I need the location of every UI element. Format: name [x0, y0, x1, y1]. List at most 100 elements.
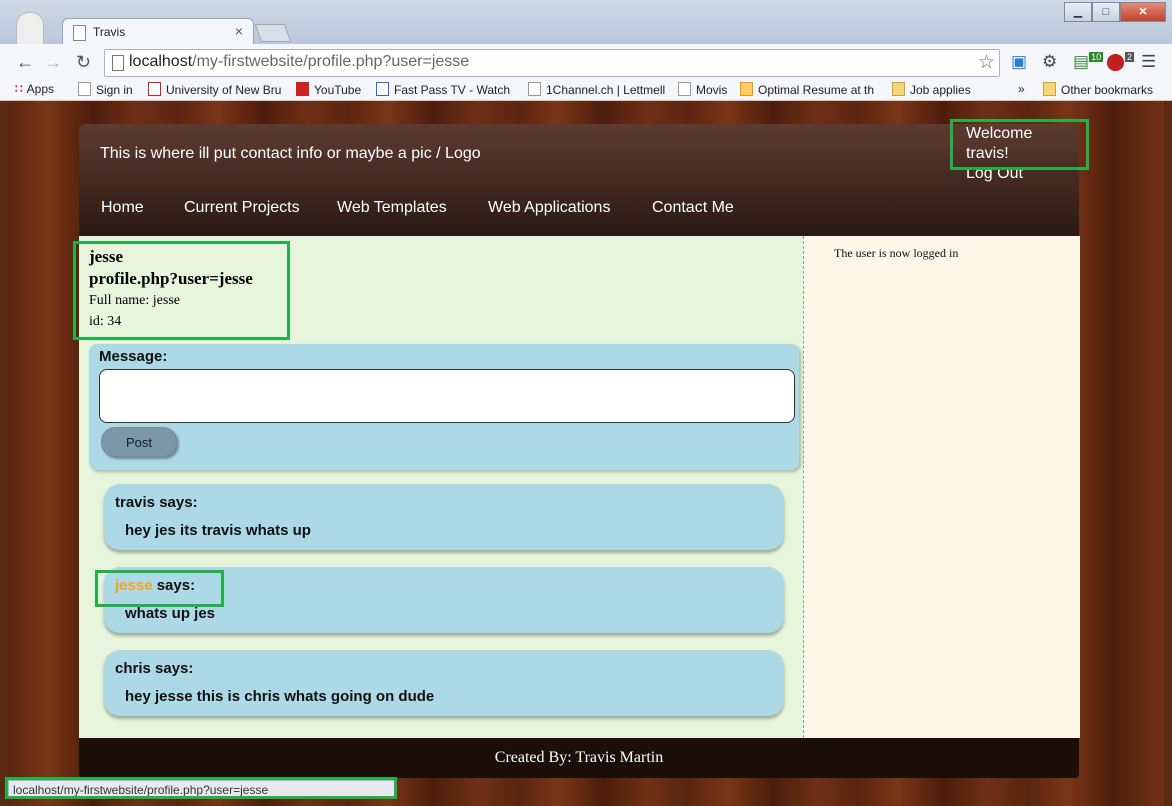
url-text[interactable]: localhost/my-firstwebsite/profile.php?us… — [129, 53, 469, 71]
logout-link[interactable]: Log Out — [966, 164, 1079, 184]
post-text: hey jesse this is chris whats going on d… — [125, 688, 435, 705]
profile-id: id: 34 — [89, 314, 122, 329]
user-profile-icon[interactable] — [16, 12, 44, 46]
menu-icon[interactable]: ☰ — [1141, 52, 1156, 72]
university-icon — [148, 82, 161, 96]
bookmark-other[interactable]: Other bookmarks — [1043, 82, 1153, 97]
bookmark-movis[interactable]: Movis — [678, 82, 727, 97]
welcome-text: Welcome travis! — [966, 125, 1033, 162]
post-author: jesse says: — [115, 577, 195, 594]
post-says: says: — [155, 494, 198, 511]
extension-badge-icon[interactable]: ▤ 10 — [1073, 52, 1104, 72]
wall-post: chris says: hey jesse this is chris what… — [104, 650, 784, 716]
nav-current-projects[interactable]: Current Projects — [184, 199, 300, 217]
page-icon — [528, 82, 541, 96]
sidebar: The user is now logged in — [803, 236, 1080, 738]
nav-contact-me[interactable]: Contact Me — [652, 199, 734, 217]
address-bar[interactable]: localhost/my-firstwebsite/profile.php?us… — [104, 49, 1000, 77]
wall-post: travis says: hey jes its travis whats up — [104, 484, 784, 550]
page-icon — [73, 25, 86, 41]
adblock-icon[interactable]: ⬤ 2 — [1106, 52, 1135, 72]
tab-close-icon[interactable]: × — [235, 23, 243, 39]
bookmark-label: Apps — [26, 82, 54, 96]
post-says: says: — [150, 660, 194, 677]
post-author-name[interactable]: chris — [115, 660, 151, 677]
wall-post: jesse says: whats up jes — [104, 567, 784, 633]
main-content: jesse profile.php?user=jesse Full name: … — [73, 236, 803, 738]
bookmark-label: Sign in — [96, 83, 133, 97]
post-text: whats up jes — [125, 605, 216, 622]
folder-icon — [1043, 82, 1056, 96]
tab-title: Travis — [93, 25, 126, 39]
extension-folder-icon[interactable]: ▣ — [1011, 52, 1027, 72]
extension-badge-count: 10 — [1089, 52, 1104, 63]
maximize-button[interactable]: □ — [1092, 2, 1120, 22]
user-welcome: Welcome travis! Log Out — [966, 124, 1079, 184]
bookmark-label: Other bookmarks — [1061, 83, 1154, 97]
bookmark-label: YouTube — [314, 83, 362, 97]
forward-arrow-icon[interactable]: → — [44, 52, 62, 73]
bookmark-label: Job applies — [910, 83, 971, 97]
message-composer: Message: Post — [89, 344, 799, 470]
message-input[interactable] — [99, 369, 795, 423]
profile-fullname: Full name: jesse — [89, 293, 180, 308]
close-window-button[interactable]: ✕ — [1120, 2, 1166, 22]
site-header: This is where ill put contact info or ma… — [79, 119, 1089, 236]
minimize-button[interactable]: ▁ — [1064, 2, 1092, 22]
fastpass-icon — [376, 82, 389, 96]
profile-info: jesse profile.php?user=jesse Full name: … — [89, 246, 253, 332]
bookmark-sign-in[interactable]: Sign in — [78, 82, 133, 97]
youtube-icon — [296, 82, 309, 96]
bookmarks-overflow-chevron-icon[interactable]: » — [1018, 82, 1025, 96]
bookmark-apps[interactable]: ∷ Apps — [15, 82, 54, 96]
page-icon — [112, 55, 124, 71]
bookmark-label: Optimal Resume at th — [758, 83, 875, 97]
profile-link: profile.php?user=jesse — [89, 269, 253, 288]
bookmark-label: Movis — [696, 83, 728, 97]
browser-tab[interactable]: Travis × — [62, 18, 254, 45]
post-says: says: — [152, 577, 196, 594]
post-author: travis says: — [115, 494, 198, 511]
apps-grid-icon: ∷ — [15, 82, 23, 96]
bookmark-university[interactable]: University of New Bru — [148, 82, 281, 97]
message-label: Message: — [99, 348, 168, 365]
back-arrow-icon[interactable]: ← — [16, 52, 34, 73]
profile-username: jesse — [89, 247, 123, 266]
site-container: This is where ill put contact info or ma… — [73, 119, 1089, 778]
post-button[interactable]: Post — [101, 427, 177, 457]
page-icon — [678, 82, 691, 96]
bookmark-fastpass[interactable]: Fast Pass TV - Watch — [376, 82, 510, 97]
title-bar: Travis × ▁ □ ✕ — [0, 0, 1172, 46]
bookmark-label: 1Channel.ch | Lettmell — [546, 83, 666, 97]
post-author-name[interactable]: travis — [115, 494, 155, 511]
post-author-name[interactable]: jesse — [115, 577, 153, 594]
window-controls: ▁ □ ✕ — [1064, 2, 1166, 22]
nav-web-templates[interactable]: Web Templates — [337, 199, 447, 217]
bookmark-optimal-resume[interactable]: Optimal Resume at th — [740, 82, 874, 97]
folder-icon — [892, 82, 905, 96]
reload-icon[interactable]: ↻ — [76, 52, 91, 73]
url-path: /my-firstwebsite/profile.php?user=jesse — [192, 53, 470, 70]
bookmark-job-applies[interactable]: Job applies — [892, 82, 971, 97]
post-text: hey jes its travis whats up — [125, 522, 311, 539]
login-status-text: The user is now logged in — [834, 246, 959, 260]
nav-home[interactable]: Home — [101, 199, 144, 217]
bookmark-1channel[interactable]: 1Channel.ch | Lettmell — [528, 82, 665, 97]
bookmark-label: University of New Bru — [166, 83, 282, 97]
bookmark-youtube[interactable]: YouTube — [296, 82, 361, 97]
gear-icon[interactable]: ⚙ — [1042, 52, 1057, 72]
highlight-box — [5, 777, 397, 799]
new-tab-button[interactable] — [254, 24, 292, 42]
main-nav: Home Current Projects Web Templates Web … — [79, 196, 1079, 236]
bookmark-star-icon[interactable]: ☆ — [978, 51, 995, 74]
post-author: chris says: — [115, 660, 193, 677]
bookmark-label: Fast Pass TV - Watch — [394, 83, 511, 97]
header-contact-text: This is where ill put contact info or ma… — [100, 145, 481, 162]
resume-icon — [740, 82, 753, 96]
footer-credit: Created By: Travis Martin — [494, 749, 664, 766]
url-host: localhost — [129, 53, 193, 70]
adblock-badge-count: 2 — [1125, 52, 1135, 63]
page-icon — [78, 82, 91, 96]
bookmarks-bar: ∷ Apps Sign in University of New Bru YouT… — [0, 80, 1172, 101]
nav-web-applications[interactable]: Web Applications — [488, 199, 610, 217]
